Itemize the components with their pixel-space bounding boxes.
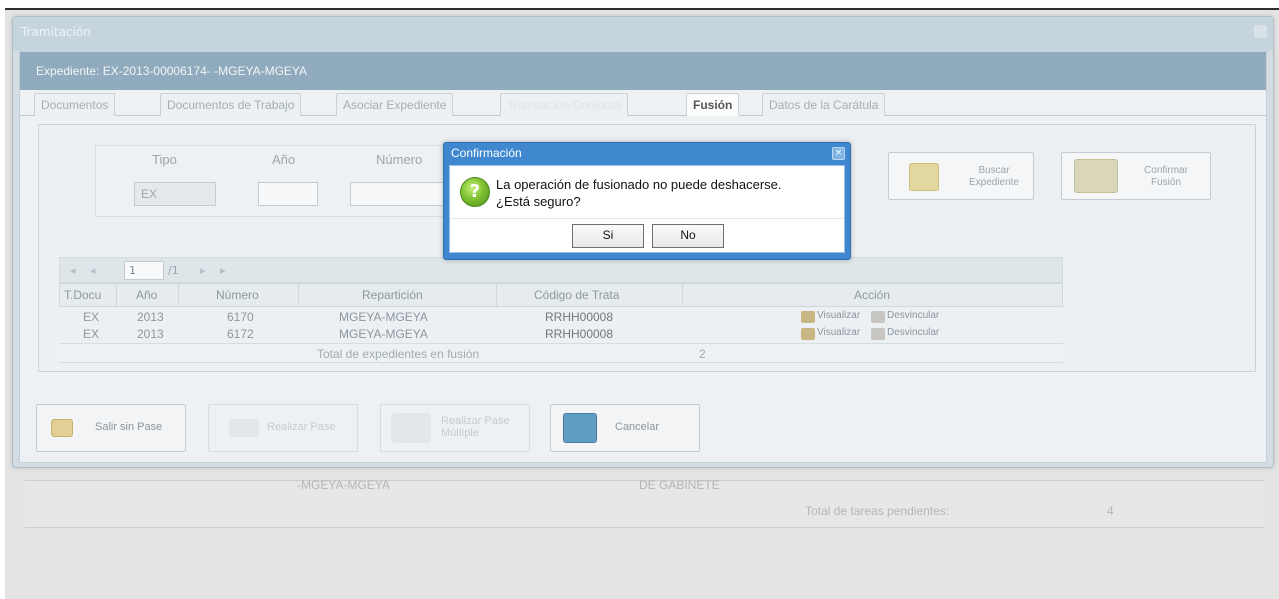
cancelar-button[interactable]: Cancelar — [550, 404, 700, 452]
table-row: EX 2013 6170 MGEYA-MGEYA RRHH00008 Visua… — [59, 309, 1063, 326]
dialog-body: ? La operación de fusionado no puede des… — [449, 165, 845, 253]
action-bar: Salir sin Pase Realizar Pase Realizar Pa… — [20, 404, 1268, 464]
confirmation-dialog: Confirmación × ? La operación de fusiona… — [443, 142, 851, 260]
header-codigo: Código de Trata — [534, 288, 620, 302]
anio-label: Año — [272, 152, 296, 167]
row-numero: 6172 — [227, 327, 254, 341]
row-anio: 2013 — [137, 327, 164, 341]
window-title: Tramitación — [13, 17, 1273, 51]
anio-field[interactable] — [258, 182, 318, 206]
tab-datos-caratula[interactable]: Datos de la Carátula — [762, 93, 886, 116]
first-page-icon[interactable]: ◂ — [70, 264, 76, 277]
row-tipo: EX — [83, 310, 100, 324]
realizar-pase-multiple-button: Realizar Pase Múltiple — [380, 404, 530, 452]
no-button[interactable]: No — [652, 224, 724, 248]
visualizar-link[interactable]: Visualizar — [817, 327, 860, 338]
desvincular-link[interactable]: Desvincular — [887, 310, 939, 321]
question-icon: ? — [460, 177, 490, 207]
tab-asociar-expediente[interactable]: Asociar Expediente — [336, 93, 454, 116]
yes-button[interactable]: Si — [572, 224, 644, 248]
merge-documents-icon — [1074, 159, 1118, 193]
row-reparticion: MGEYA-MGEYA — [339, 327, 428, 341]
send-multiple-icon — [391, 413, 431, 443]
buscar-expediente-label: Buscar Expediente — [968, 165, 1020, 188]
page-input[interactable]: 1 — [124, 261, 164, 280]
send-icon — [229, 419, 259, 437]
row-anio: 2013 — [137, 310, 164, 324]
realizar-pase-button: Realizar Pase — [208, 404, 358, 452]
cancelar-label: Cancelar — [615, 421, 660, 433]
table-header: T.Docu Año Número Repartición Código de … — [59, 283, 1063, 307]
total-label: Total de expedientes en fusión — [317, 347, 480, 361]
background-total-value: 4 — [1107, 504, 1114, 518]
numero-label: Número — [376, 152, 423, 167]
prev-page-icon[interactable]: ◂ — [90, 264, 96, 277]
cancel-icon — [563, 413, 597, 443]
buscar-expediente-button[interactable]: Buscar Expediente — [888, 152, 1034, 200]
salir-sin-pase-label: Salir sin Pase — [95, 421, 163, 433]
visualizar-link[interactable]: Visualizar — [817, 310, 860, 321]
numero-field[interactable] — [350, 182, 450, 206]
inbox-icon — [51, 419, 73, 437]
header-tdocu: T.Docu — [64, 288, 102, 302]
tab-bar: Documentos Documentos de Trabajo Asociar… — [20, 90, 1266, 116]
desvincular-link[interactable]: Desvincular — [887, 327, 939, 338]
dialog-close-icon[interactable]: × — [832, 147, 845, 160]
expediente-header: Expediente: EX-2013-00006174- -MGEYA-MGE… — [20, 52, 1266, 90]
header-accion: Acción — [854, 288, 891, 302]
table-total-row: Total de expedientes en fusión 2 — [59, 343, 1063, 363]
page-total: /1 — [168, 264, 179, 277]
background-dept: DE GABINETE — [639, 478, 720, 492]
tab-documentos[interactable]: Documentos — [34, 93, 116, 116]
salir-sin-pase-button[interactable]: Salir sin Pase — [36, 404, 186, 452]
row-codigo: RRHH00008 — [545, 310, 614, 324]
view-icon[interactable] — [801, 328, 815, 340]
dialog-title: Confirmación — [451, 146, 522, 160]
realizar-pase-multiple-label: Realizar Pase Múltiple — [441, 415, 510, 439]
row-tipo: EX — [83, 327, 100, 341]
unlink-icon[interactable] — [871, 311, 885, 323]
dialog-divider — [450, 218, 844, 219]
last-page-icon[interactable]: ▸ — [220, 264, 226, 277]
table-row: EX 2013 6172 MGEYA-MGEYA RRHH00008 Visua… — [59, 326, 1063, 343]
window-close-icon[interactable] — [1254, 25, 1267, 38]
view-icon[interactable] — [801, 311, 815, 323]
row-numero: 6170 — [227, 310, 254, 324]
folder-search-icon — [909, 163, 939, 191]
fusion-table: T.Docu Año Número Repartición Código de … — [59, 283, 1063, 363]
background-total-label: Total de tareas pendientes: — [805, 504, 950, 518]
next-page-icon[interactable]: ▸ — [200, 264, 206, 277]
unlink-icon[interactable] — [871, 328, 885, 340]
background-reparticion: -MGEYA-MGEYA — [297, 478, 390, 492]
tab-tramitacion-conjunta: Tramitación Conjunta — [500, 93, 628, 116]
dialog-message-line2: ¿Está seguro? — [496, 194, 581, 209]
realizar-pase-label: Realizar Pase — [267, 421, 336, 433]
header-anio: Año — [136, 288, 158, 302]
confirmar-fusion-label: Confirmar Fusión — [1144, 165, 1188, 188]
header-numero: Número — [216, 288, 259, 302]
tab-fusion[interactable]: Fusión — [686, 93, 740, 116]
tipo-label: Tipo — [152, 152, 177, 167]
tab-documentos-de-trabajo[interactable]: Documentos de Trabajo — [160, 93, 302, 116]
dialog-message: La operación de fusionado no puede desha… — [496, 176, 782, 210]
row-codigo: RRHH00008 — [545, 327, 614, 341]
pagination-bar: ◂ ◂ 1 /1 ▸ ▸ — [59, 257, 1063, 283]
header-reparticion: Repartición — [362, 288, 423, 302]
tipo-field: EX — [134, 182, 216, 206]
total-value: 2 — [699, 347, 706, 361]
dialog-message-line1: La operación de fusionado no puede desha… — [496, 177, 782, 192]
row-reparticion: MGEYA-MGEYA — [339, 310, 428, 324]
confirmar-fusion-button[interactable]: Confirmar Fusión — [1061, 152, 1211, 200]
